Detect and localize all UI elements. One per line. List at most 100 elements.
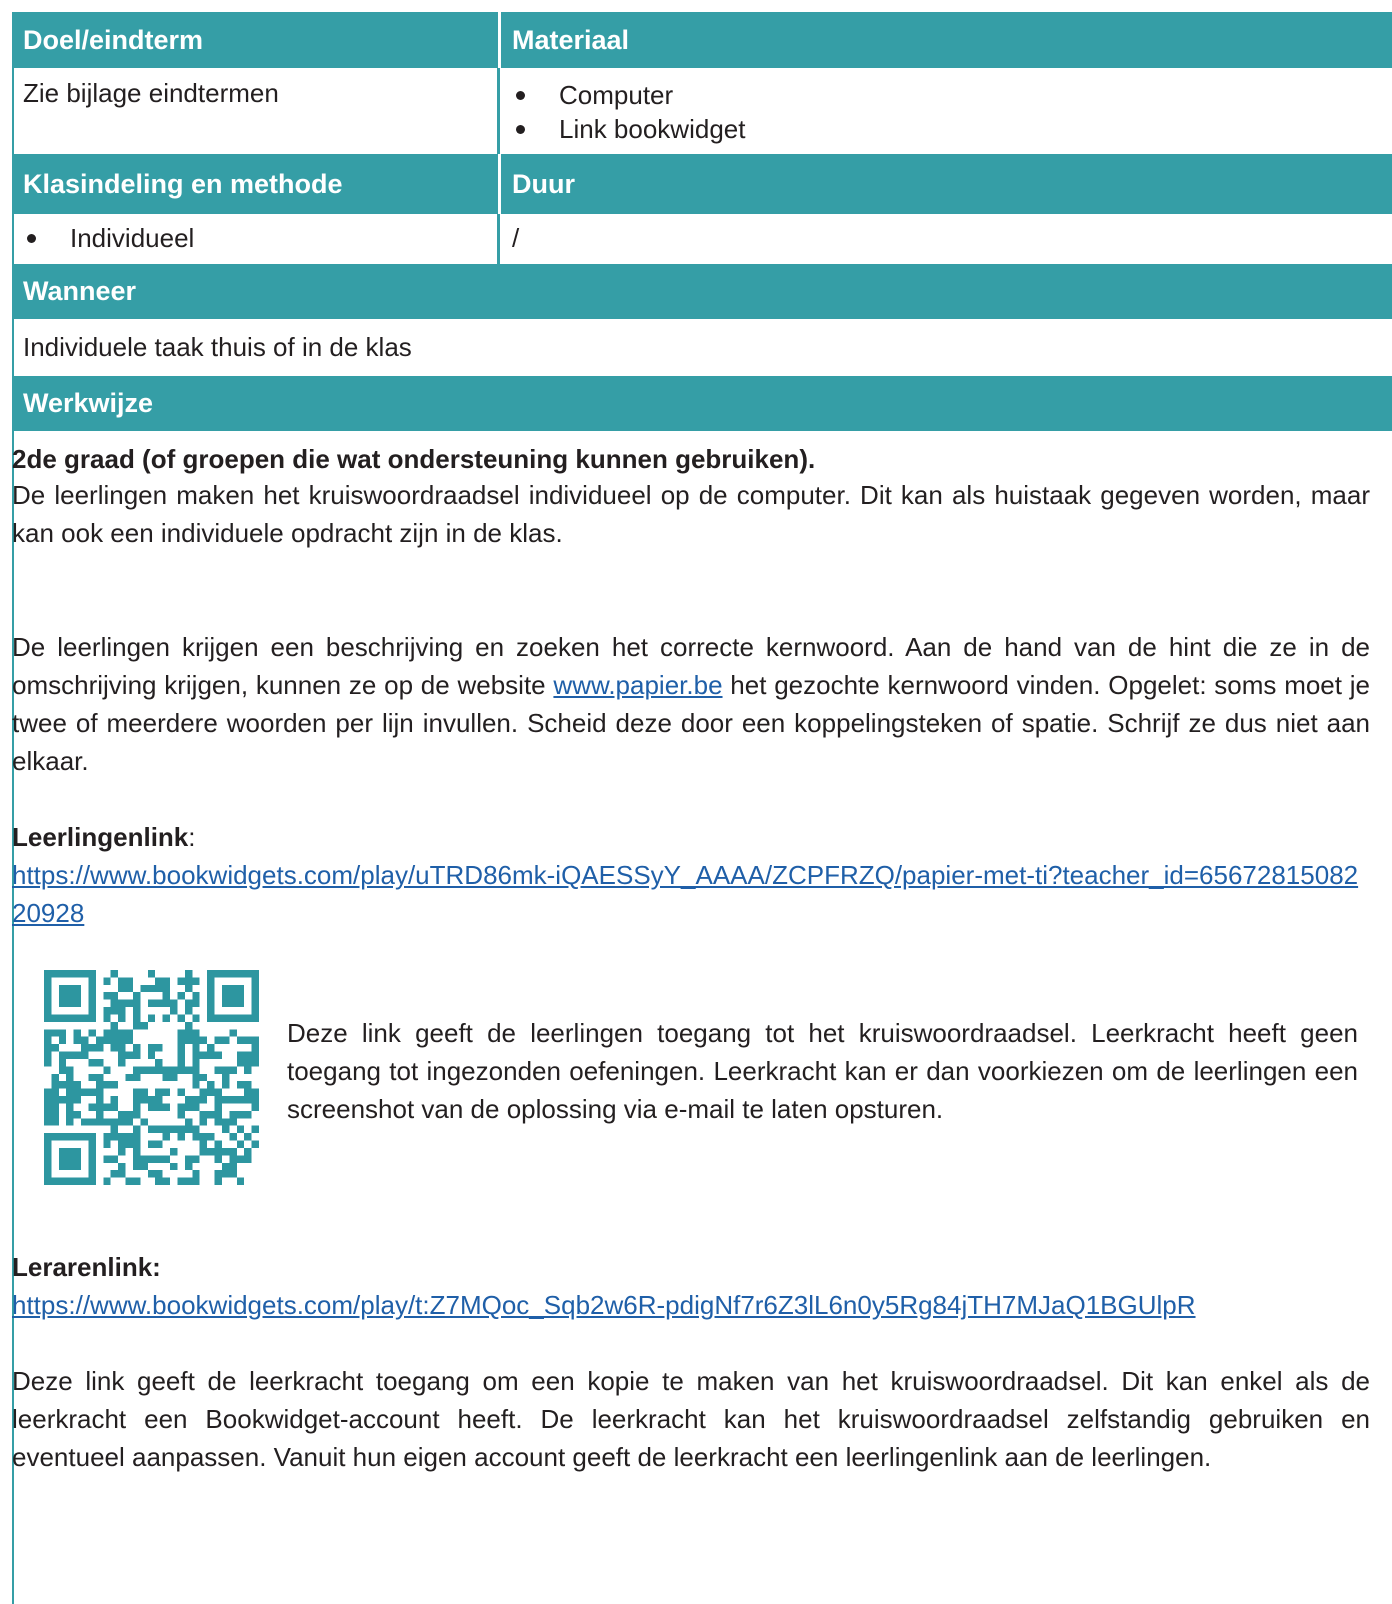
qr-module xyxy=(73,1029,82,1037)
qr-module xyxy=(184,977,193,985)
qr-module xyxy=(58,1058,67,1067)
qr-module xyxy=(73,1162,82,1171)
qr-module xyxy=(236,1110,245,1119)
qr-module xyxy=(44,1007,52,1015)
qr-module xyxy=(118,1058,126,1067)
qr-module xyxy=(44,970,52,978)
qr-module xyxy=(184,1103,193,1111)
qr-module xyxy=(244,1081,252,1089)
qr-module xyxy=(66,992,74,1000)
qr-module xyxy=(58,1066,67,1074)
qr-module xyxy=(184,1036,193,1045)
qr-module xyxy=(125,1177,133,1185)
qr-module xyxy=(244,1147,252,1156)
qr-module xyxy=(132,1051,141,1059)
qr-module xyxy=(162,1103,171,1111)
qr-module xyxy=(73,1110,82,1119)
qr-module xyxy=(132,1103,141,1111)
qr-module xyxy=(58,1133,67,1141)
qr-module xyxy=(155,999,163,1008)
qr-module xyxy=(221,1036,230,1045)
qr-module xyxy=(66,1073,74,1082)
qr-module xyxy=(184,1118,193,1126)
qr-module xyxy=(44,1044,52,1052)
qr-module xyxy=(44,992,52,1000)
qr-module xyxy=(214,1096,222,1104)
qr-module xyxy=(125,1140,133,1148)
duur-header-label: Duur xyxy=(512,168,575,199)
qr-module xyxy=(125,984,133,993)
qr-module xyxy=(207,1014,215,1022)
qr-module xyxy=(132,1014,141,1022)
qr-module xyxy=(155,1170,163,1178)
qr-module xyxy=(236,970,245,978)
qr-module xyxy=(118,977,126,985)
qr-module xyxy=(236,984,245,993)
klasindeling-header-label: Klasindeling en methode xyxy=(23,168,343,199)
qr-module xyxy=(58,1162,67,1171)
qr-module xyxy=(177,992,185,1000)
leerlingenlink-url[interactable]: https://www.bookwidgets.com/play/uTRD86m… xyxy=(12,860,1358,928)
qr-module xyxy=(251,984,259,993)
qr-module xyxy=(103,1036,111,1045)
qr-module xyxy=(95,1058,104,1067)
qr-module xyxy=(66,1081,74,1089)
qr-module xyxy=(95,1110,104,1119)
qr-module xyxy=(44,1036,52,1045)
qr-module xyxy=(155,984,163,993)
qr-module xyxy=(110,1125,119,1134)
qr-module xyxy=(140,1096,148,1104)
papier-website-link[interactable]: www.papier.be xyxy=(553,670,722,700)
qr-module xyxy=(81,1177,89,1185)
qr-module xyxy=(51,1014,59,1022)
qr-module xyxy=(147,1155,156,1163)
qr-caption: Deze link geeft de leerlingen toegang to… xyxy=(287,1018,1358,1124)
qr-module xyxy=(118,1014,126,1022)
qr-module xyxy=(73,1096,82,1104)
qr-module xyxy=(236,1058,245,1067)
qr-module xyxy=(155,977,163,985)
qr-module xyxy=(44,1058,52,1067)
qr-module xyxy=(192,1170,200,1178)
qr-module xyxy=(244,1155,252,1163)
qr-module xyxy=(192,1051,200,1059)
leerlingenlink-label: Leerlingenlink xyxy=(12,822,189,852)
qr-module xyxy=(125,1133,133,1141)
qr-module xyxy=(95,1073,104,1082)
qr-module xyxy=(184,1021,193,1030)
qr-module xyxy=(73,992,82,1000)
qr-module xyxy=(110,1118,119,1126)
qr-module xyxy=(251,1014,259,1022)
qr-module xyxy=(66,1162,74,1171)
qr-module xyxy=(66,1133,74,1141)
qr-module xyxy=(132,1073,141,1082)
qr-module xyxy=(132,1177,141,1185)
qr-module xyxy=(73,1155,82,1163)
qr-module xyxy=(51,1081,59,1089)
qr-module xyxy=(95,1036,104,1045)
qr-module xyxy=(221,999,230,1008)
qr-module xyxy=(58,999,67,1008)
qr-module xyxy=(192,1177,200,1185)
qr-module xyxy=(214,1170,222,1178)
qr-module xyxy=(110,1081,119,1089)
lerarenlink-url[interactable]: https://www.bookwidgets.com/play/t:Z7MQo… xyxy=(12,1290,1196,1320)
qr-module xyxy=(184,1155,193,1163)
qr-module xyxy=(147,999,156,1008)
qr-module xyxy=(236,1081,245,1089)
qr-module xyxy=(140,984,148,993)
qr-module xyxy=(162,1125,171,1134)
qr-module xyxy=(132,1125,141,1134)
qr-module xyxy=(73,999,82,1008)
qr-module xyxy=(236,1155,245,1163)
qr-module xyxy=(229,1147,237,1156)
qr-module xyxy=(125,1110,133,1119)
duur-header: Duur xyxy=(501,154,1392,214)
qr-module xyxy=(229,984,237,993)
qr-module xyxy=(81,1044,89,1052)
qr-module xyxy=(192,992,200,1000)
qr-module xyxy=(95,1103,104,1111)
qr-module xyxy=(177,1103,185,1111)
qr-module xyxy=(236,999,245,1008)
qr-module xyxy=(251,992,259,1000)
